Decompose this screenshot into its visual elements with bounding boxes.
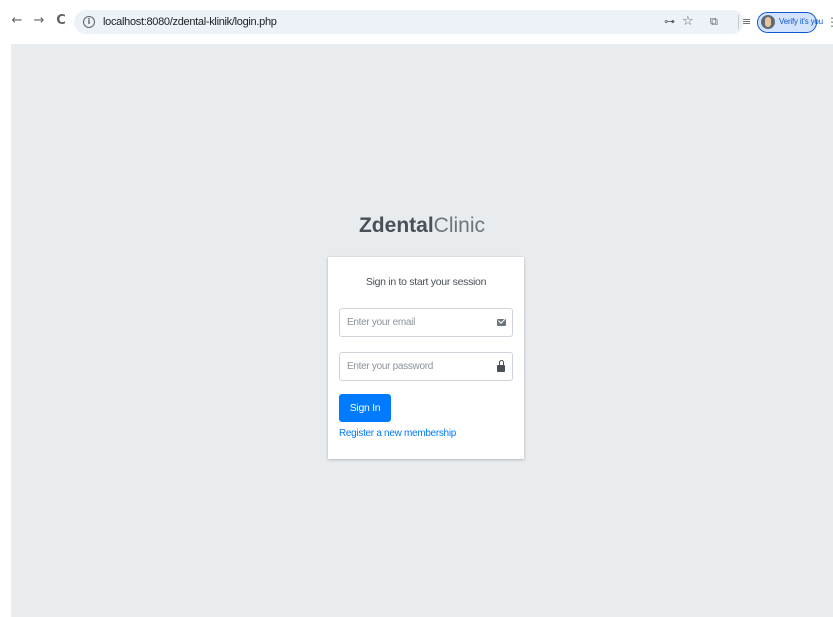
- verify-identity-button[interactable]: Verify it's you: [757, 12, 823, 33]
- url-text[interactable]: localhost:8080/zdental-klinik/login.php: [103, 10, 277, 34]
- lock-icon: [497, 360, 505, 372]
- envelope-icon: [497, 319, 506, 326]
- page-viewport: ZdentalClinic Sign in to start your sess…: [11, 44, 833, 617]
- back-arrow-icon[interactable]: ←: [8, 11, 26, 31]
- logo-bold-text: Zdental: [358, 214, 434, 237]
- verify-label: Verify it's you: [779, 17, 823, 26]
- login-card: Sign in to start your session Sign In Re…: [328, 257, 524, 459]
- browser-toolbar: ← → C i localhost:8080/zdental-klinik/lo…: [0, 0, 833, 44]
- browser-menu-icon[interactable]: ⋮: [826, 12, 833, 32]
- clinic-logo[interactable]: ZdentalClinic: [11, 212, 833, 240]
- profile-avatar: [761, 15, 775, 29]
- reading-list-icon[interactable]: ≡: [742, 12, 751, 32]
- bookmark-star-icon[interactable]: ☆: [682, 12, 694, 32]
- address-bar[interactable]: i localhost:8080/zdental-klinik/login.ph…: [74, 10, 744, 34]
- toolbar-divider: [738, 15, 739, 29]
- logo-light-text: Clinic: [433, 214, 485, 237]
- password-field: [339, 352, 513, 381]
- password-input[interactable]: [340, 353, 486, 380]
- email-input[interactable]: [340, 309, 486, 336]
- sign-in-button[interactable]: Sign In: [339, 394, 391, 422]
- register-link[interactable]: Register a new membership: [339, 428, 456, 439]
- login-message: Sign in to start your session: [365, 276, 487, 288]
- site-info-icon[interactable]: i: [83, 16, 95, 28]
- email-field: [339, 308, 513, 337]
- forward-arrow-icon[interactable]: →: [30, 11, 48, 31]
- password-key-icon[interactable]: ⊶: [664, 12, 675, 32]
- extensions-puzzle-icon[interactable]: ⧉: [710, 12, 718, 32]
- reload-icon[interactable]: C: [52, 11, 70, 31]
